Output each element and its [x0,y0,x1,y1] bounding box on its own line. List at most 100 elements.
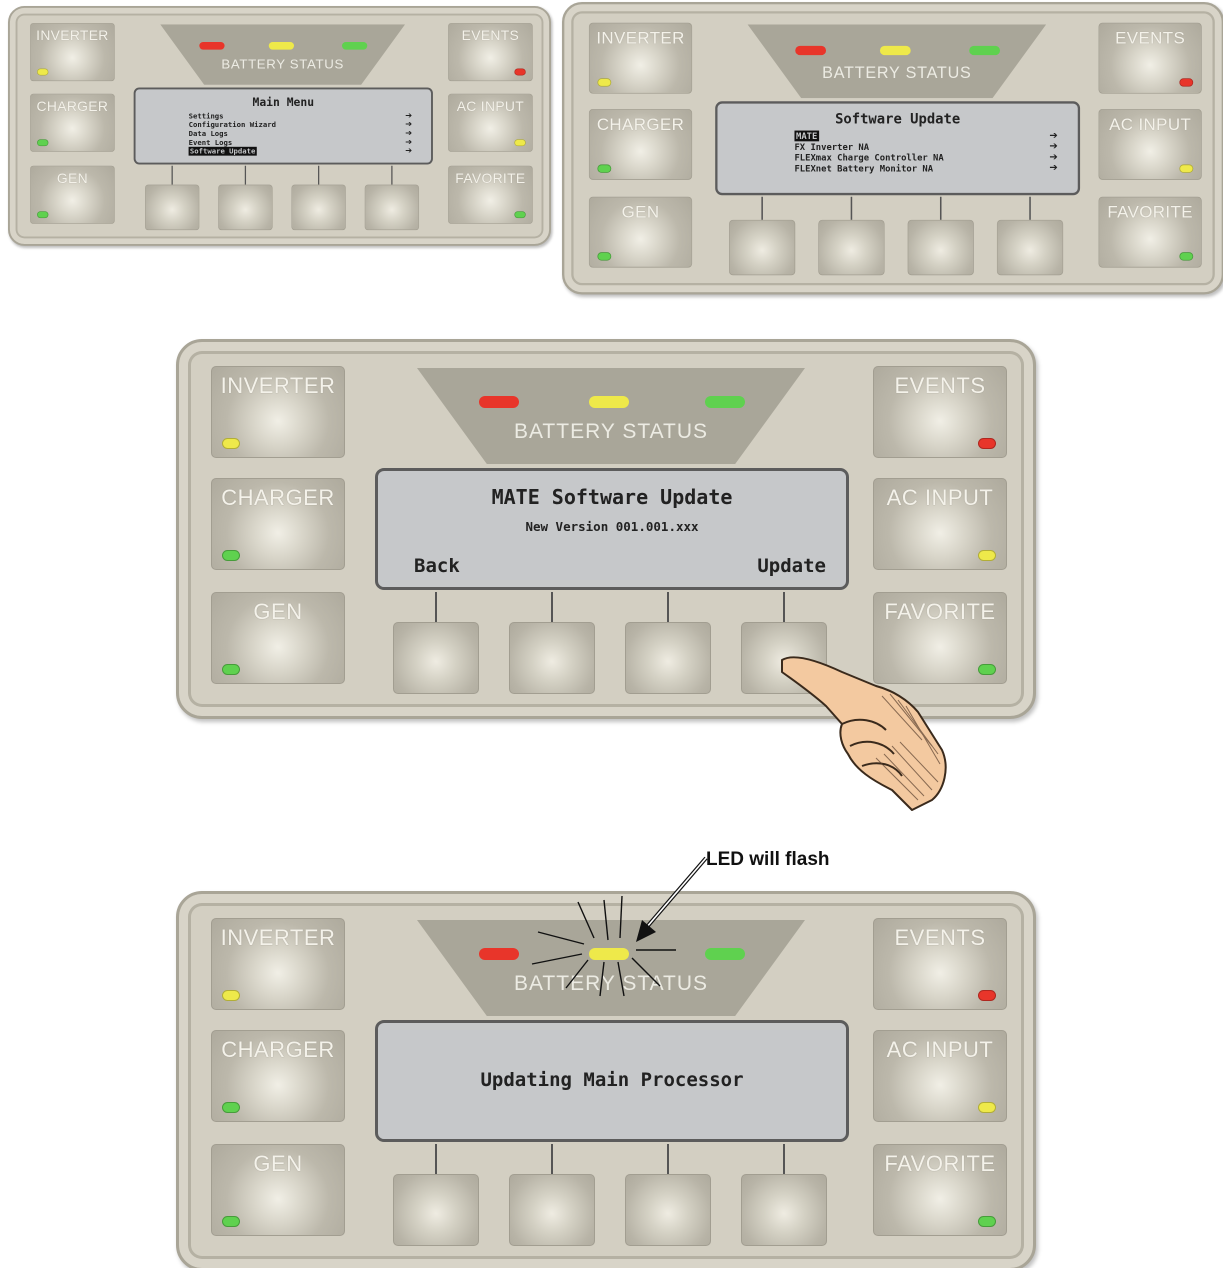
ac-input-button[interactable]: AC INPUT [1098,109,1202,180]
softkey-2[interactable] [218,184,273,231]
menu-list: Settings ➔ Configuration Wizard ➔ Data Logs ➔… [136,109,431,156]
mate-panel-updating: INVERTER CHARGER GEN EVENTS AC INPUT FAV… [176,891,1036,1268]
favorite-label: FAVORITE [1107,202,1193,222]
battery-status-label: BATTERY STATUS [513,972,709,995]
favorite-led [978,1216,996,1227]
gen-label: GEN [56,170,88,186]
back-softkey-label: Back [414,555,460,577]
events-button[interactable]: EVENTS [873,918,1007,1010]
gen-label: GEN [253,1151,303,1176]
softkey-3[interactable] [625,622,711,694]
softkey-1[interactable] [145,184,200,231]
menu-item[interactable]: MATE ➔ [794,130,1058,142]
menu-list: MATE ➔ FX Inverter NA ➔ FLEXmax Charge Contr… [717,127,1077,174]
battery-yellow-led [589,396,629,408]
menu-item[interactable]: Event Logs ➔ [189,138,413,147]
gen-button[interactable]: GEN [588,196,693,268]
gen-button[interactable]: GEN [211,1144,345,1236]
charger-button[interactable]: CHARGER [588,109,693,180]
softkey-stem [1029,196,1031,220]
menu-item[interactable]: Data Logs ➔ [189,129,413,138]
ac-input-led [1179,164,1194,173]
led-flash-label: LED will flash [706,849,830,870]
inverter-label: INVERTER [36,27,109,44]
menu-item[interactable]: Software Update ➔ [188,146,413,156]
menu-item-label: Configuration Wizard [188,120,277,130]
battery-yellow-led [268,41,295,50]
softkey-1[interactable] [393,622,479,694]
inverter-label: INVERTER [220,373,336,398]
gen-led [597,252,612,261]
charger-button[interactable]: CHARGER [211,478,345,570]
softkey-3[interactable] [625,1174,711,1246]
menu-item[interactable]: FLEXnet Battery Monitor NA ➔ [794,163,1057,174]
favorite-label: FAVORITE [884,1151,996,1176]
inverter-button[interactable]: INVERTER [211,366,345,458]
charger-led [597,164,612,173]
battery-status-label: BATTERY STATUS [822,64,972,83]
battery-green-led [342,41,368,50]
softkey-stem [667,592,669,622]
lcd-title: Software Update [835,111,961,128]
softkey-stem [244,165,247,185]
inverter-button[interactable]: INVERTER [211,918,345,1010]
menu-item[interactable]: FX Inverter NA ➔ [794,141,1057,152]
ac-input-button[interactable]: AC INPUT [873,478,1007,570]
inverter-label: INVERTER [220,925,336,950]
inverter-button[interactable]: INVERTER [588,22,693,94]
ac-input-led [978,550,996,561]
gen-button[interactable]: GEN [30,165,115,224]
lcd-screen: Software Update MATE ➔ FX Inverter NA ➔ FLEX… [715,101,1081,196]
inverter-label: INVERTER [596,28,685,48]
softkey-1[interactable] [393,1174,479,1246]
gen-button[interactable]: GEN [211,592,345,684]
charger-label: CHARGER [596,114,685,134]
ac-input-button[interactable]: AC INPUT [448,93,533,152]
battery-red-led [795,45,827,56]
softkey-4[interactable] [996,219,1064,276]
menu-item[interactable]: Configuration Wizard ➔ [189,120,413,129]
events-label: EVENTS [894,373,986,398]
softkey-2[interactable] [509,1174,595,1246]
favorite-button[interactable]: FAVORITE [1098,196,1202,268]
inverter-button[interactable]: INVERTER [30,23,115,82]
softkey-1[interactable] [729,219,796,276]
battery-status-indicator: BATTERY STATUS [417,920,805,1016]
favorite-label: FAVORITE [455,170,526,186]
events-button[interactable]: EVENTS [1098,22,1202,94]
events-led [978,438,996,449]
softkey-stem [391,165,393,185]
softkey-2[interactable] [509,622,595,694]
charger-button[interactable]: CHARGER [30,93,115,152]
battery-status-indicator: BATTERY STATUS [417,368,805,464]
softkey-stem [435,1144,437,1174]
events-label: EVENTS [1115,28,1186,48]
ac-input-led [514,139,526,147]
gen-label: GEN [621,202,660,222]
right-arrow-icon: ➔ [405,146,413,156]
ac-input-button[interactable]: AC INPUT [873,1030,1007,1122]
battery-green-led [705,948,745,960]
softkey-4[interactable] [741,1174,827,1246]
events-button[interactable]: EVENTS [448,23,533,82]
softkey-3[interactable] [907,219,974,276]
battery-green-led [969,45,1001,56]
favorite-button[interactable]: FAVORITE [873,1144,1007,1236]
menu-item[interactable]: Settings ➔ [189,111,413,120]
menu-item-label: FLEXnet Battery Monitor NA [794,162,934,174]
battery-red-led [479,396,519,408]
ac-input-label: AC INPUT [886,485,994,510]
softkey-stem [850,196,853,220]
charger-button[interactable]: CHARGER [211,1030,345,1122]
events-button[interactable]: EVENTS [873,366,1007,458]
gen-led [222,664,240,675]
softkey-2[interactable] [818,219,885,276]
lcd-screen: Updating Main Processor [375,1020,849,1142]
battery-red-led [479,948,519,960]
favorite-button[interactable]: FAVORITE [448,165,533,224]
menu-item[interactable]: FLEXmax Charge Controller NA ➔ [794,152,1057,163]
softkey-4[interactable] [364,184,420,231]
softkey-3[interactable] [291,184,346,231]
gen-label: GEN [253,599,303,624]
menu-item-label: FLEXmax Charge Controller NA [794,152,944,163]
